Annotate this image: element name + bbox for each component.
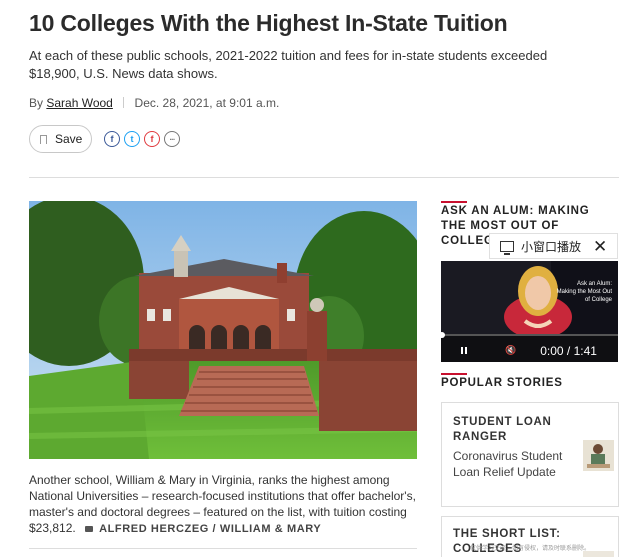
monitor-icon [500,240,514,255]
story-card-title[interactable]: STUDENT LOAN RANGER [453,415,573,445]
video-time: 0:00 / 1:41 [540,344,597,358]
image-caption: Another school, William & Mary in Virgin… [29,472,419,537]
twitter-icon[interactable]: t [124,131,140,147]
video-progress-bar[interactable] [441,332,618,338]
story-card-title[interactable]: THE SHORT LIST: COLLEGES [453,527,573,557]
author-link[interactable]: Sarah Wood [46,96,113,110]
video-controls: 🔇 0:00 / 1:41 [441,339,618,362]
popular-stories-heading: POPULAR STORIES [441,377,563,389]
time-separator: / [566,343,571,358]
pause-icon[interactable] [461,347,467,354]
accent-bar [441,373,467,375]
mini-window-bar[interactable]: 小窗口播放 ✕ [489,233,618,259]
close-icon[interactable]: ✕ [593,238,607,255]
caption-divider [29,548,417,549]
story-thumbnail[interactable] [583,440,614,471]
byline-divider [123,97,125,108]
article-headline: 10 Colleges With the Highest In-State Tu… [29,10,508,36]
flipboard-icon[interactable]: f [144,131,160,147]
watermark-text: 仅供学习交流，如有侵权，请及时联系删除。 [470,546,591,552]
camera-icon [85,526,94,532]
header-divider [29,177,619,178]
save-label: Save [55,132,83,146]
photo-credit: ALFRED HERCZEG / WILLIAM & MARY [85,523,321,535]
more-share-icon[interactable]: ··· [164,131,180,147]
byline-prefix: By [29,96,44,110]
mute-icon[interactable]: 🔇 [505,345,516,356]
video-overlay-title: Ask an Alum: Making the Most Out of Coll… [556,281,612,303]
byline: By Sarah Wood Dec. 28, 2021, at 9:01 a.m… [29,96,279,110]
progress-knob[interactable] [441,332,445,338]
article-dek: At each of these public schools, 2021-20… [29,48,548,81]
publish-date: Dec. 28, 2021, at 9:01 a.m. [134,96,280,110]
save-button[interactable]: Save [29,125,92,153]
bookmark-icon [40,134,48,148]
accent-bar [441,201,467,203]
story-card[interactable]: STUDENT LOAN RANGER Coronavirus Student … [441,402,619,507]
duration: 1:41 [573,343,597,358]
current-time: 0:00 [540,343,564,358]
hero-image [29,201,417,459]
photo-credit-text: ALFRED HERCZEG / WILLIAM & MARY [99,523,322,535]
story-card-summary[interactable]: Coronavirus Student Loan Relief Update [453,448,563,480]
facebook-icon[interactable]: f [104,131,120,147]
mini-window-label[interactable]: 小窗口播放 [521,238,581,255]
video-player[interactable]: Ask an Alum: Making the Most Out of Coll… [441,261,618,362]
